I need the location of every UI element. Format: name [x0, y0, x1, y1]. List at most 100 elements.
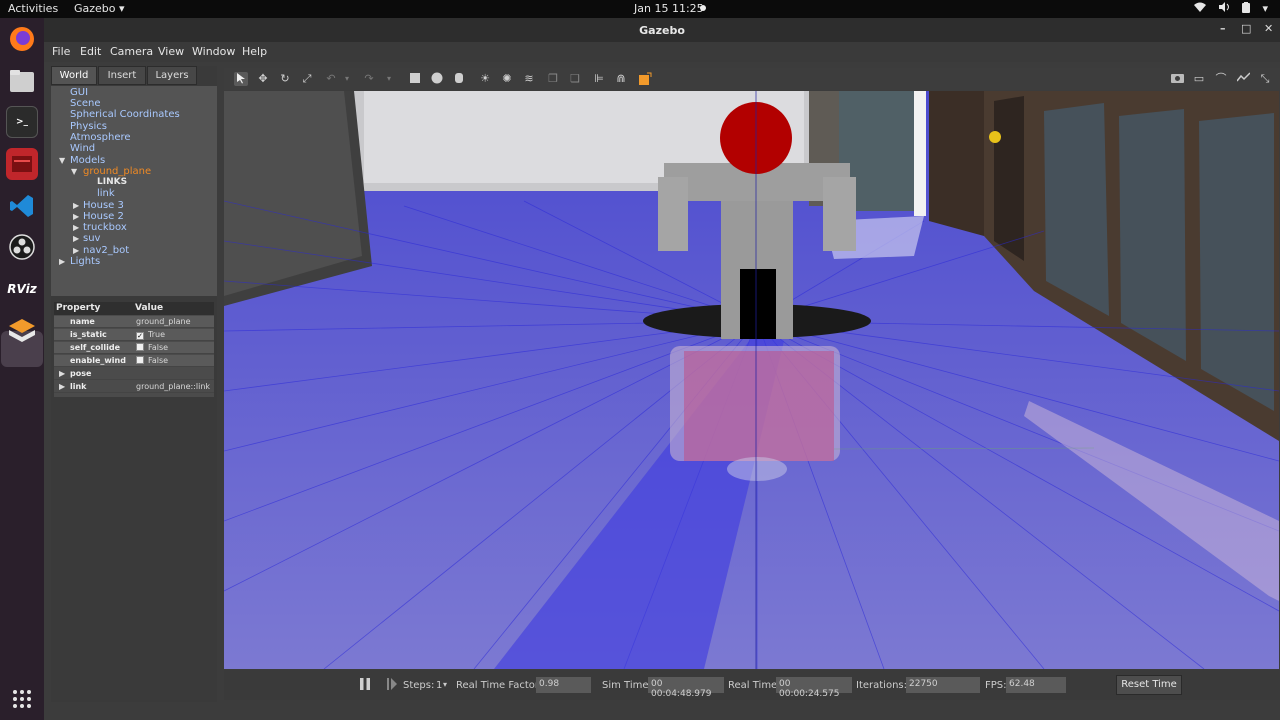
- expand-arrow-house2[interactable]: ▶: [73, 212, 79, 221]
- point-light-icon[interactable]: ☀: [478, 72, 492, 86]
- paste-icon[interactable]: ❏: [568, 72, 582, 86]
- menu-view[interactable]: View: [158, 45, 184, 58]
- minimize-button[interactable]: –: [1220, 22, 1226, 35]
- menu-help[interactable]: Help: [242, 45, 267, 58]
- video-record-icon[interactable]: ⌒: [1214, 72, 1228, 86]
- expand-icon[interactable]: ⤡: [1258, 72, 1272, 86]
- redo-history-icon[interactable]: ▾: [382, 72, 396, 86]
- expand-arrow-house3[interactable]: ▶: [73, 201, 79, 210]
- firefox-icon[interactable]: [6, 23, 38, 55]
- property-row-link[interactable]: ▶ link ground_plane::link: [54, 381, 214, 393]
- sphere-shape-icon[interactable]: [430, 72, 444, 86]
- step-icon[interactable]: [387, 678, 397, 693]
- apps-grid-icon[interactable]: [6, 683, 38, 715]
- reset-time-button[interactable]: Reset Time: [1116, 675, 1182, 695]
- undo-history-icon[interactable]: ▾: [340, 72, 354, 86]
- tree-item-lights[interactable]: Lights: [70, 256, 100, 267]
- box-shape-icon[interactable]: [408, 72, 422, 86]
- tree-item-gui[interactable]: GUI: [70, 87, 88, 98]
- snap-icon[interactable]: ⋒: [614, 72, 628, 86]
- menu-file[interactable]: File: [52, 45, 70, 58]
- system-tray[interactable]: ▾: [1194, 2, 1268, 16]
- expand-arrow-link[interactable]: ▶: [59, 382, 65, 391]
- tree-item-spherical[interactable]: Spherical Coordinates: [70, 109, 180, 120]
- tab-layers[interactable]: Layers: [147, 66, 197, 85]
- panel-splitter[interactable]: [51, 296, 217, 300]
- tree-item-links[interactable]: LINKS: [97, 177, 127, 188]
- rviz-icon[interactable]: RViz: [6, 273, 38, 305]
- tree-item-house3[interactable]: House 3: [83, 200, 124, 211]
- property-value-wrap: False: [136, 343, 168, 352]
- close-button[interactable]: ✕: [1264, 22, 1273, 35]
- tree-item-physics[interactable]: Physics: [70, 121, 107, 132]
- expand-arrow-lights[interactable]: ▶: [59, 257, 65, 266]
- copy-icon[interactable]: ❐: [546, 72, 560, 86]
- menu-camera[interactable]: Camera: [110, 45, 153, 58]
- tree-item-scene[interactable]: Scene: [70, 98, 101, 109]
- plot-icon[interactable]: [1235, 72, 1251, 86]
- real-time-label: Real Time:: [728, 680, 781, 691]
- translate-mode-icon[interactable]: ✥: [256, 72, 270, 86]
- tree-item-ground-plane[interactable]: ground_plane: [83, 166, 151, 177]
- files-icon[interactable]: [6, 65, 38, 97]
- tree-item-atmosphere[interactable]: Atmosphere: [70, 132, 131, 143]
- scale-mode-icon[interactable]: ⤢: [300, 72, 314, 86]
- tree-item-wind[interactable]: Wind: [70, 143, 95, 154]
- tab-world[interactable]: World: [51, 66, 97, 85]
- menu-edit[interactable]: Edit: [80, 45, 101, 58]
- screenshot-icon[interactable]: [1170, 72, 1184, 86]
- directional-light-icon[interactable]: ≋: [522, 72, 536, 86]
- expand-arrow-models[interactable]: ▼: [59, 156, 65, 165]
- header-property: Property: [56, 303, 101, 313]
- expand-arrow-ground-plane[interactable]: ▼: [71, 167, 77, 176]
- expand-arrow-suv[interactable]: ▶: [73, 234, 79, 243]
- obs-icon[interactable]: [6, 231, 38, 263]
- property-row-self-collide[interactable]: self_collide False: [54, 342, 214, 354]
- clock[interactable]: Jan 15 11:25: [634, 2, 704, 15]
- window-title: Gazebo: [639, 24, 685, 37]
- iterations-value: 22750: [906, 677, 980, 693]
- spot-light-icon[interactable]: ✺: [500, 72, 514, 86]
- steps-value[interactable]: 1: [436, 680, 442, 691]
- app-menu[interactable]: Gazebo ▾: [74, 2, 125, 15]
- activities-button[interactable]: Activities: [8, 2, 58, 15]
- property-row-enable-wind[interactable]: enable_wind False: [54, 355, 214, 367]
- align-icon[interactable]: ⊫: [592, 72, 606, 86]
- property-row-name[interactable]: name ground_plane: [54, 316, 214, 328]
- expand-arrow-truckbox[interactable]: ▶: [73, 223, 79, 232]
- vscode-icon[interactable]: [6, 190, 38, 222]
- cylinder-shape-icon[interactable]: [452, 72, 466, 86]
- tree-item-suv[interactable]: suv: [83, 233, 100, 244]
- gazebo-icon[interactable]: [6, 315, 38, 347]
- self-collide-checkbox[interactable]: [136, 343, 144, 351]
- terminal-icon[interactable]: >_: [6, 106, 38, 138]
- tree-item-models[interactable]: Models: [70, 155, 105, 166]
- maximize-button[interactable]: □: [1241, 22, 1251, 35]
- app-icon[interactable]: [6, 148, 38, 180]
- tree-item-house2[interactable]: House 2: [83, 211, 124, 222]
- property-row-is-static[interactable]: is_static ✓ True: [54, 329, 214, 341]
- battery-icon: [1242, 2, 1251, 16]
- redo-icon[interactable]: ↷: [362, 72, 376, 86]
- steps-chevron-icon[interactable]: ▾: [443, 680, 447, 689]
- log-data-icon[interactable]: ▭: [1192, 72, 1206, 86]
- select-mode-icon[interactable]: [234, 72, 248, 86]
- undo-icon[interactable]: ↶: [324, 72, 338, 86]
- window-titlebar[interactable]: Gazebo – □ ✕: [44, 18, 1280, 42]
- enable-wind-checkbox[interactable]: [136, 356, 144, 364]
- scene-viewport[interactable]: [224, 91, 1279, 669]
- is-static-checkbox[interactable]: ✓: [136, 332, 144, 340]
- expand-arrow-pose[interactable]: ▶: [59, 369, 65, 378]
- tree-item-truckbox[interactable]: truckbox: [83, 222, 127, 233]
- rotate-mode-icon[interactable]: ↻: [278, 72, 292, 86]
- menu-window[interactable]: Window: [192, 45, 235, 58]
- change-view-icon[interactable]: [638, 72, 652, 86]
- tab-insert[interactable]: Insert: [98, 66, 146, 85]
- tree-item-nav2-bot[interactable]: nav2_bot: [83, 245, 129, 256]
- tree-item-link[interactable]: link: [97, 188, 115, 199]
- property-row-pose[interactable]: ▶ pose: [54, 368, 214, 380]
- steps-label: Steps:: [403, 680, 435, 691]
- gazebo-window: Gazebo – □ ✕ File Edit Camera View Windo…: [44, 18, 1280, 720]
- expand-arrow-nav2-bot[interactable]: ▶: [73, 246, 79, 255]
- pause-icon[interactable]: [360, 678, 370, 693]
